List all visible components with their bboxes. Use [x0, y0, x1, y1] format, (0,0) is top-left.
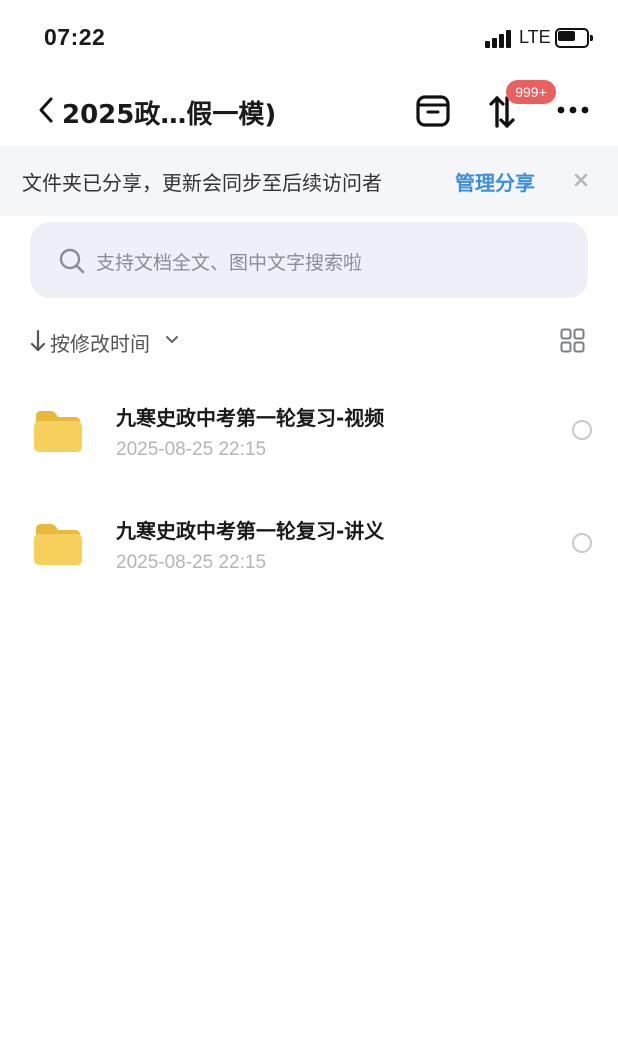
folder-title: 2025政…假一模)	[62, 100, 277, 130]
close-icon[interactable]	[571, 170, 591, 190]
archive-box-icon[interactable]	[414, 91, 452, 129]
search-icon	[59, 248, 85, 274]
chevron-down-icon	[166, 336, 178, 343]
signal-bars-icon	[485, 30, 511, 48]
status-time: 07:22	[44, 24, 106, 50]
manage-share-button[interactable]: 管理分享	[455, 167, 535, 196]
more-dots-icon[interactable]	[553, 98, 593, 122]
folder-modified-time: 2025-08-25 22:15	[116, 439, 267, 460]
list-item-folder[interactable]: 九寒史政中考第一轮复习-讲义 2025-08-25 22:15	[0, 503, 618, 603]
share-notice-banner: 文件夹已分享，更新会同步至后续访问者 管理分享	[0, 146, 618, 216]
search-input[interactable]: 支持文档全文、图中文字搜索啦	[30, 222, 588, 298]
navigation-bar: 2025政…假一模) 999+	[0, 78, 618, 144]
search-placeholder: 支持文档全文、图中文字搜索啦	[96, 252, 363, 274]
select-checkbox[interactable]	[572, 533, 592, 553]
share-notice-text: 文件夹已分享，更新会同步至后续访问者	[22, 171, 382, 195]
folder-name: 九寒史政中考第一轮复习-视频	[116, 406, 385, 430]
select-checkbox[interactable]	[572, 420, 592, 440]
folder-icon	[34, 524, 82, 565]
list-item-folder[interactable]: 九寒史政中考第一轮复习-视频 2025-08-25 22:15	[0, 390, 618, 490]
folder-icon	[34, 411, 82, 452]
folder-modified-time: 2025-08-25 22:15	[116, 552, 267, 573]
chevron-left-icon[interactable]	[34, 94, 58, 126]
notification-badge: 999+	[506, 80, 556, 104]
status-bar: 07:22 LTE	[0, 0, 618, 78]
network-label: LTE	[519, 27, 551, 47]
file-browser-screen: 07:22 LTE 2025政…假一模) 999+ 文件夹已分享，更新会同步至后…	[0, 0, 618, 1056]
grid-view-icon[interactable]	[560, 328, 585, 353]
sort-label: 按修改时间	[50, 332, 150, 356]
arrow-down-icon	[30, 329, 46, 352]
battery-icon	[555, 28, 593, 48]
folder-name: 九寒史政中考第一轮复习-讲义	[116, 519, 385, 543]
